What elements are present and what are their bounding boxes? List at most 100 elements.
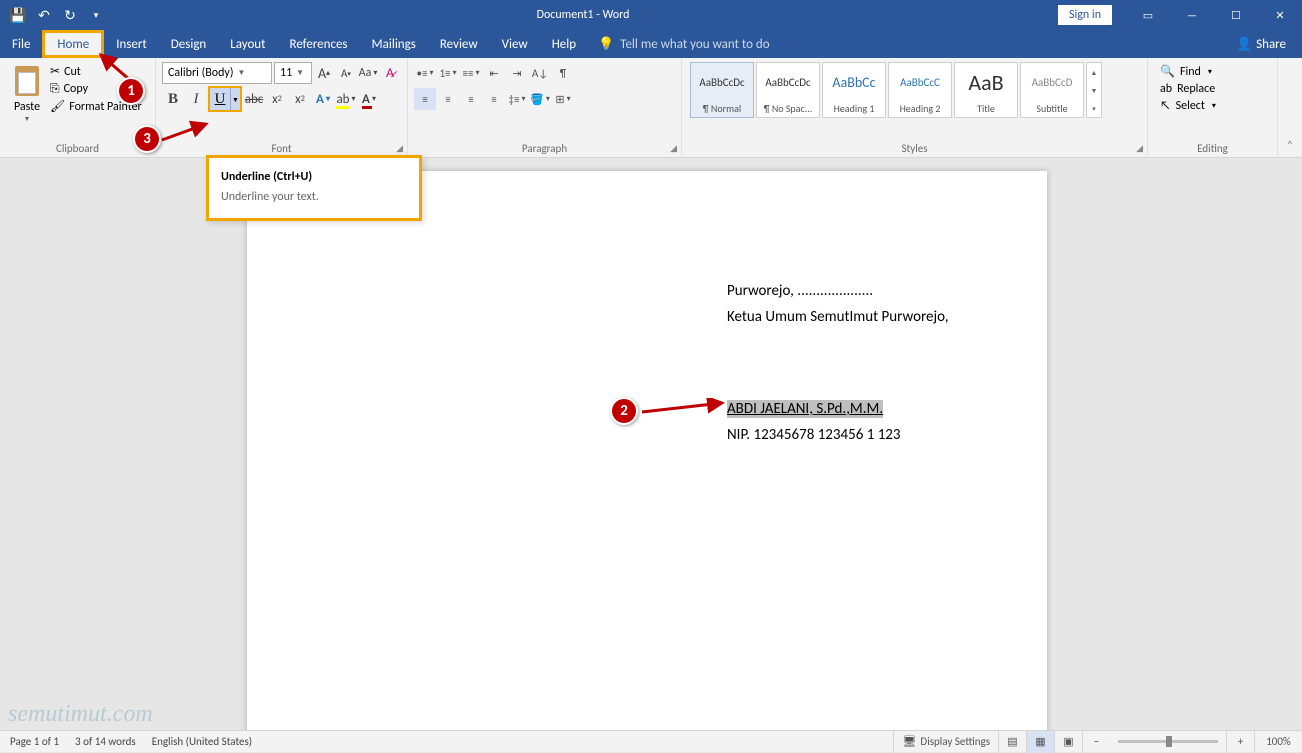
decrease-indent-button[interactable]: ⇤ <box>483 62 505 84</box>
menu-layout[interactable]: Layout <box>218 30 277 58</box>
shrink-font-button[interactable]: A▾ <box>336 62 356 84</box>
document-title: Document1 - Word <box>108 8 1058 22</box>
web-layout-button[interactable]: ▣ <box>1054 731 1082 753</box>
paragraph-dialog-launcher[interactable]: ◢ <box>670 143 677 154</box>
tell-me-search[interactable]: 💡 Tell me what you want to do <box>598 37 770 52</box>
doc-line-2[interactable]: Ketua Umum SemutImut Purworejo, <box>727 305 948 329</box>
italic-button[interactable]: I <box>185 88 207 110</box>
tooltip-description: Underline your text. <box>221 190 407 204</box>
group-editing: 🔍Find▾ abReplace ↖Select▾ Editing <box>1148 58 1278 158</box>
menu-bar: File Home Insert Design Layout Reference… <box>0 30 1302 58</box>
find-button[interactable]: 🔍Find▾ <box>1160 64 1216 79</box>
menu-view[interactable]: View <box>490 30 540 58</box>
signin-button[interactable]: Sign in <box>1058 5 1112 25</box>
qat-dropdown-icon[interactable]: ▾ <box>84 3 108 27</box>
style-subtitle[interactable]: AaBbCcD Subtitle <box>1020 62 1084 118</box>
bold-button[interactable]: B <box>162 88 184 110</box>
annotation-arrow-3 <box>158 120 214 144</box>
sort-button[interactable]: A↓ <box>529 62 551 84</box>
annotation-marker-3: 3 <box>133 125 161 153</box>
share-icon: 👤 <box>1236 37 1252 52</box>
menu-file[interactable]: File <box>0 30 42 58</box>
close-button[interactable]: ✕ <box>1258 0 1302 30</box>
align-right-button[interactable]: ≡ <box>460 88 482 110</box>
tooltip-title: Underline (Ctrl+U) <box>221 170 407 184</box>
line-spacing-button[interactable]: ‡≡▾ <box>506 88 528 110</box>
shading-button[interactable]: 🪣▾ <box>529 88 551 110</box>
subscript-button[interactable]: x2 <box>266 88 288 110</box>
zoom-level[interactable]: 100% <box>1254 731 1302 753</box>
page-indicator[interactable]: Page 1 of 1 <box>10 735 59 748</box>
language-indicator[interactable]: English (United States) <box>152 735 252 748</box>
font-dialog-launcher[interactable]: ◢ <box>396 143 403 154</box>
tell-me-placeholder: Tell me what you want to do <box>620 37 769 52</box>
read-mode-button[interactable]: ▤ <box>998 731 1026 753</box>
replace-button[interactable]: abReplace <box>1160 82 1216 96</box>
undo-icon[interactable]: ↶ <box>32 3 56 27</box>
watermark: semutimut.com <box>8 701 153 728</box>
save-icon[interactable]: 💾 <box>6 3 30 27</box>
document-body[interactable]: Purworejo, .................... Ketua Um… <box>727 279 948 449</box>
numbering-button[interactable]: 1≡▾ <box>437 62 459 84</box>
style-title[interactable]: AaB Title <box>954 62 1018 118</box>
underline-tooltip: Underline (Ctrl+U) Underline your text. <box>206 155 422 221</box>
align-left-button[interactable]: ≡ <box>414 88 436 110</box>
copy-icon: ⎘ <box>50 82 60 96</box>
text-effects-button[interactable]: A▾ <box>312 88 334 110</box>
menu-help[interactable]: Help <box>540 30 588 58</box>
collapse-ribbon-button[interactable]: ˄ <box>1278 58 1302 157</box>
doc-line-4[interactable]: NIP. 12345678 123456 1 123 <box>727 423 948 447</box>
bullets-button[interactable]: •≡▾ <box>414 62 436 84</box>
change-case-button[interactable]: Aa▾ <box>358 62 378 84</box>
menu-review[interactable]: Review <box>428 30 490 58</box>
paste-button[interactable]: Paste ▼ <box>6 62 48 142</box>
redo-icon[interactable]: ↻ <box>58 3 82 27</box>
maximize-button[interactable]: ☐ <box>1214 0 1258 30</box>
doc-line-3[interactable]: ABDI JAELANI, S.Pd.,M.M. <box>727 397 948 421</box>
underline-button[interactable]: U ▼ <box>208 86 242 112</box>
share-button[interactable]: 👤 Share <box>1236 37 1286 52</box>
superscript-button[interactable]: x2 <box>289 88 311 110</box>
increase-indent-button[interactable]: ⇥ <box>506 62 528 84</box>
style-no-spacing[interactable]: AaBbCcDc ¶ No Spac... <box>756 62 820 118</box>
style-normal[interactable]: AaBbCcDc ¶ Normal <box>690 62 754 118</box>
zoom-out-button[interactable]: − <box>1082 731 1110 753</box>
annotation-arrow-2 <box>638 398 730 422</box>
justify-button[interactable]: ≡ <box>483 88 505 110</box>
selected-text[interactable]: ABDI JAELANI, S.Pd.,M.M. <box>727 400 883 418</box>
show-hide-button[interactable]: ¶ <box>552 62 574 84</box>
styles-dialog-launcher[interactable]: ◢ <box>1136 143 1143 154</box>
print-layout-button[interactable]: ▦ <box>1026 731 1054 753</box>
doc-line-1[interactable]: Purworejo, .................... <box>727 279 948 303</box>
select-button[interactable]: ↖Select▾ <box>1160 99 1216 113</box>
group-styles: AaBbCcDc ¶ Normal AaBbCcDc ¶ No Spac... … <box>682 58 1148 158</box>
menu-mailings[interactable]: Mailings <box>360 30 428 58</box>
document-canvas[interactable]: Purworejo, .................... Ketua Um… <box>0 158 1302 730</box>
clear-formatting-button[interactable]: A̷ <box>380 62 400 84</box>
display-settings-button[interactable]: 🖥 Display Settings <box>893 731 998 753</box>
brush-icon: 🖌 <box>50 99 65 114</box>
ribbon-display-options-icon[interactable]: ▭ <box>1126 0 1170 30</box>
menu-design[interactable]: Design <box>159 30 218 58</box>
borders-button[interactable]: ⊞▾ <box>552 88 574 110</box>
highlight-button[interactable]: ab▾ <box>335 88 357 110</box>
title-bar: 💾 ↶ ↻ ▾ Document1 - Word Sign in ▭ — ☐ ✕ <box>0 0 1302 30</box>
menu-references[interactable]: References <box>278 30 360 58</box>
underline-dropdown[interactable]: ▼ <box>230 88 240 110</box>
scissors-icon: ✂ <box>50 64 60 79</box>
styles-scroll[interactable]: ▲▼▾ <box>1086 62 1102 118</box>
font-name-combo[interactable]: Calibri (Body)▼ <box>162 62 272 84</box>
word-count[interactable]: 3 of 14 words <box>75 735 136 748</box>
zoom-in-button[interactable]: + <box>1226 731 1254 753</box>
strikethrough-button[interactable]: abc <box>243 88 265 110</box>
document-page[interactable]: Purworejo, .................... Ketua Um… <box>247 171 1047 730</box>
minimize-button[interactable]: — <box>1170 0 1214 30</box>
align-center-button[interactable]: ≡ <box>437 88 459 110</box>
style-heading2[interactable]: AaBbCcC Heading 2 <box>888 62 952 118</box>
grow-font-button[interactable]: A▴ <box>314 62 334 84</box>
font-size-combo[interactable]: 11▼ <box>274 62 312 84</box>
style-heading1[interactable]: AaBbCc Heading 1 <box>822 62 886 118</box>
multilevel-list-button[interactable]: ≡≡▾ <box>460 62 482 84</box>
font-color-button[interactable]: A▾ <box>358 88 380 110</box>
zoom-slider[interactable] <box>1118 740 1218 743</box>
